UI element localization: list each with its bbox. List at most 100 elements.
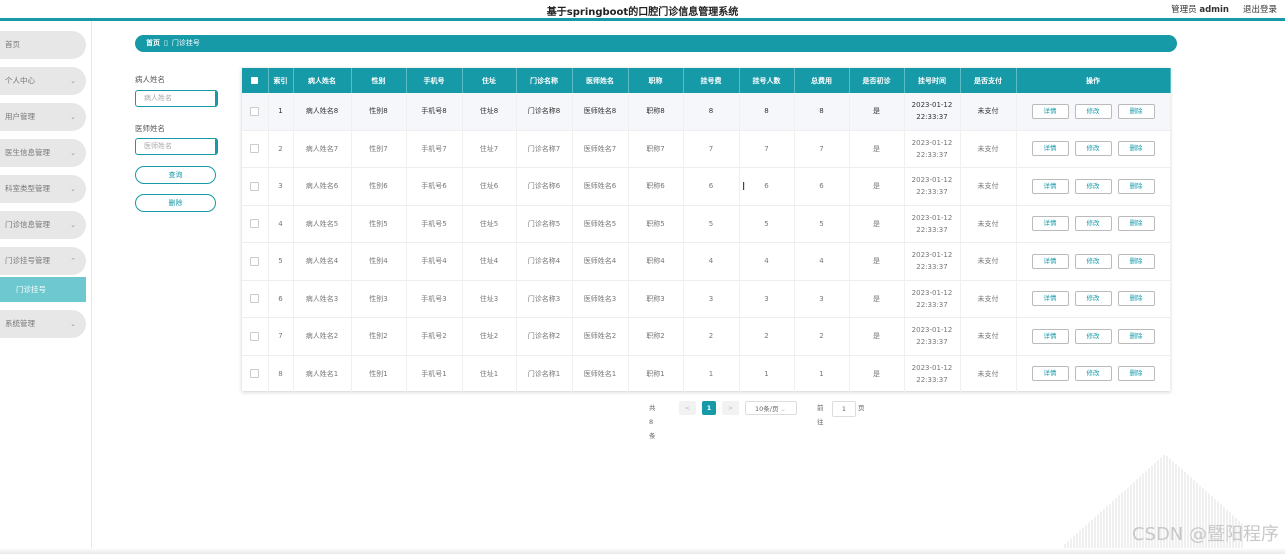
delete-row-button[interactable]: 删除 — [1117, 291, 1155, 307]
delete-row-button[interactable]: 删除 — [1117, 103, 1155, 119]
table-row[interactable]: 7 病人姓名2 性别2 手机号2 住址2 门诊名称2 医师姓名2 职称2 2 2 2 是 2023-01… — [242, 317, 1171, 356]
sidebar-item-home[interactable]: 首页 — [0, 31, 86, 59]
page-size-select[interactable]: 10条/页 ⌄ — [745, 401, 797, 415]
edit-button[interactable]: 修改 — [1074, 366, 1112, 382]
registration-date: 2023-01-12 — [911, 213, 953, 222]
edit-button[interactable]: 修改 — [1074, 141, 1112, 157]
column-header: 挂号人数 — [739, 68, 795, 93]
table-cell: 病人姓名5 — [293, 205, 352, 243]
sidebar-subitem-registration[interactable]: 门诊挂号 — [0, 277, 86, 302]
sidebar-item-label: 门诊挂号管理 — [5, 256, 50, 265]
table-cell: 1 — [683, 355, 740, 393]
prev-page-button[interactable]: < — [679, 401, 696, 415]
row-checkbox[interactable] — [242, 280, 269, 318]
column-header: 职称 — [628, 68, 684, 93]
row-checkbox[interactable] — [242, 205, 269, 243]
edit-button[interactable]: 修改 — [1074, 253, 1112, 269]
table-cell: 6 — [268, 280, 294, 318]
table-row[interactable]: 3 病人姓名6 性别6 手机号6 住址6 门诊名称6 医师姓名6 职称6 6 6 6 是 2023-01… — [242, 167, 1171, 206]
column-header: 挂号时间 — [904, 68, 961, 93]
logout-link[interactable]: 退出登录 — [1243, 3, 1277, 15]
table-cell: 手机号2 — [406, 317, 463, 356]
delete-row-button[interactable]: 删除 — [1117, 178, 1155, 194]
delete-row-button[interactable]: 删除 — [1117, 328, 1155, 344]
table-cell: 4 — [683, 242, 740, 281]
table-cell: 性别5 — [351, 205, 407, 243]
row-checkbox[interactable] — [242, 242, 269, 281]
table-row[interactable]: 5 病人姓名4 性别4 手机号4 住址4 门诊名称4 医师姓名4 职称4 4 4 4 是 2023-01… — [242, 242, 1171, 281]
actions-cell: 详情 修改 删除 — [1016, 167, 1171, 206]
breadcrumb-home[interactable]: 首页 — [146, 39, 160, 47]
sidebar-item-system[interactable]: 系统管理 ⌄ — [0, 310, 86, 338]
sidebar-item-profile[interactable]: 个人中心 ⌄ — [0, 67, 86, 95]
query-button[interactable]: 查询 — [135, 166, 216, 184]
sidebar-item-doctors[interactable]: 医生信息管理 ⌄ — [0, 139, 86, 167]
delete-row-button[interactable]: 删除 — [1117, 253, 1155, 269]
detail-button[interactable]: 详情 — [1031, 253, 1069, 269]
goto-label: 前往 — [817, 404, 824, 426]
table-cell: 5 — [683, 205, 740, 243]
app-title: 基于springboot的口腔门诊信息管理系统 — [546, 7, 739, 18]
doctor-name-input[interactable]: 医师姓名 — [135, 138, 218, 155]
table-cell: 2 — [683, 317, 740, 356]
delete-row-button[interactable]: 删除 — [1117, 216, 1155, 232]
table-row[interactable]: 6 病人姓名3 性别3 手机号3 住址3 门诊名称3 医师姓名3 职称3 3 3 3 是 2023-01… — [242, 280, 1171, 318]
edit-button[interactable]: 修改 — [1074, 216, 1112, 232]
edit-button[interactable]: 修改 — [1074, 328, 1112, 344]
patient-name-input[interactable]: 病人姓名 — [135, 90, 218, 107]
detail-button[interactable]: 详情 — [1031, 328, 1069, 344]
table-cell: 性别2 — [351, 317, 407, 356]
detail-button[interactable]: 详情 — [1031, 366, 1069, 382]
registration-date: 2023-01-12 — [911, 326, 953, 335]
payment-status-cell: 未支付 — [960, 317, 1017, 356]
next-page-button[interactable]: > — [722, 401, 739, 415]
row-checkbox[interactable] — [242, 317, 269, 356]
column-header: 性别 — [351, 68, 407, 93]
sidebar-item-clinics[interactable]: 门诊信息管理 ⌄ — [0, 211, 86, 239]
sidebar-item-departments[interactable]: 科室类型管理 ⌄ — [0, 175, 86, 203]
edit-button[interactable]: 修改 — [1074, 178, 1112, 194]
payment-status-cell: 未支付 — [960, 355, 1017, 393]
edit-button[interactable]: 修改 — [1074, 103, 1112, 119]
delete-button[interactable]: 删除 — [135, 194, 216, 212]
table-cell: 病人姓名1 — [293, 355, 352, 393]
payment-status-cell: 未支付 — [960, 93, 1017, 131]
goto-page-input[interactable]: 1 — [832, 401, 856, 417]
page-1-button[interactable]: 1 — [702, 401, 716, 415]
table-cell: 3 — [683, 280, 740, 318]
detail-button[interactable]: 详情 — [1031, 103, 1069, 119]
table-row[interactable]: 1 病人姓名8 性别8 手机号8 住址8 门诊名称8 医师姓名8 职称8 8 8 8 是 2023-01… — [242, 93, 1171, 131]
sidebar-item-label: 系统管理 — [5, 319, 35, 328]
row-checkbox[interactable] — [242, 355, 269, 393]
detail-button[interactable]: 详情 — [1031, 141, 1069, 157]
select-all-checkbox[interactable] — [242, 68, 269, 93]
payment-status-cell: 未支付 — [960, 280, 1017, 318]
table-row[interactable]: 4 病人姓名5 性别5 手机号5 住址5 门诊名称5 医师姓名5 职称5 5 5 5 是 2023-01… — [242, 205, 1171, 243]
table-row[interactable]: 2 病人姓名7 性别7 手机号7 住址7 门诊名称7 医师姓名7 职称7 7 7 7 是 2023-01… — [242, 130, 1171, 168]
detail-button[interactable]: 详情 — [1031, 178, 1069, 194]
detail-button[interactable]: 详情 — [1031, 291, 1069, 307]
row-checkbox[interactable] — [242, 130, 269, 168]
edit-button[interactable]: 修改 — [1074, 291, 1112, 307]
actions-cell: 详情 修改 删除 — [1016, 317, 1171, 356]
row-checkbox[interactable] — [242, 93, 269, 131]
table-cell: 医师姓名8 — [572, 93, 629, 131]
user-info: 管理员 admin — [1171, 3, 1229, 15]
table-cell: 性别6 — [351, 167, 407, 206]
sidebar-item-registration[interactable]: 门诊挂号管理 ⌃ — [0, 247, 86, 275]
top-bar: 基于springboot的口腔门诊信息管理系统 管理员 admin 退出登录 — [0, 0, 1285, 18]
registration-date: 2023-01-12 — [911, 251, 953, 260]
table-cell: 2 — [739, 317, 795, 356]
delete-row-button[interactable]: 删除 — [1117, 141, 1155, 157]
actions-cell: 详情 修改 删除 — [1016, 242, 1171, 281]
table-cell: 7 — [739, 130, 795, 168]
watermark: CSDN @暨阳程序 — [1131, 524, 1279, 545]
sidebar-item-users[interactable]: 用户管理 ⌄ — [0, 103, 86, 131]
table-cell: 8 — [683, 93, 740, 131]
delete-row-button[interactable]: 删除 — [1117, 366, 1155, 382]
row-checkbox[interactable] — [242, 167, 269, 206]
table-row[interactable]: 8 病人姓名1 性别1 手机号1 住址1 门诊名称1 医师姓名1 职称1 1 1 1 是 2023-01… — [242, 355, 1171, 393]
detail-button[interactable]: 详情 — [1031, 216, 1069, 232]
table-cell: 职称5 — [628, 205, 684, 243]
table-cell: 医师姓名6 — [572, 167, 629, 206]
